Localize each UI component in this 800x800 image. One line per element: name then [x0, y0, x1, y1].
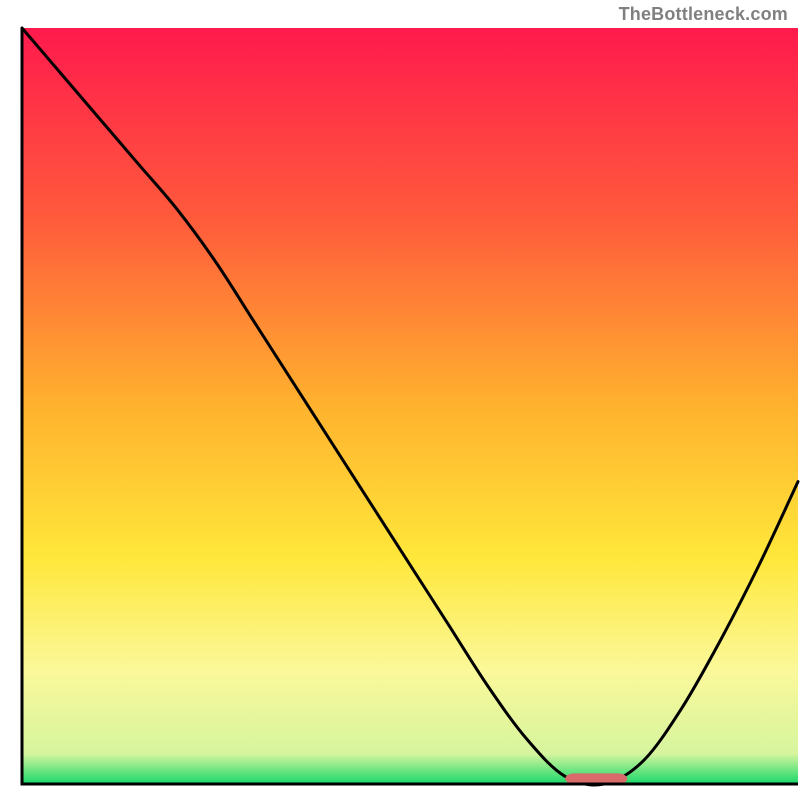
optimal-marker — [565, 773, 627, 784]
watermark-text: TheBottleneck.com — [619, 4, 788, 25]
bottleneck-chart — [0, 0, 800, 800]
plot-background — [22, 28, 798, 784]
chart-container: TheBottleneck.com — [0, 0, 800, 800]
